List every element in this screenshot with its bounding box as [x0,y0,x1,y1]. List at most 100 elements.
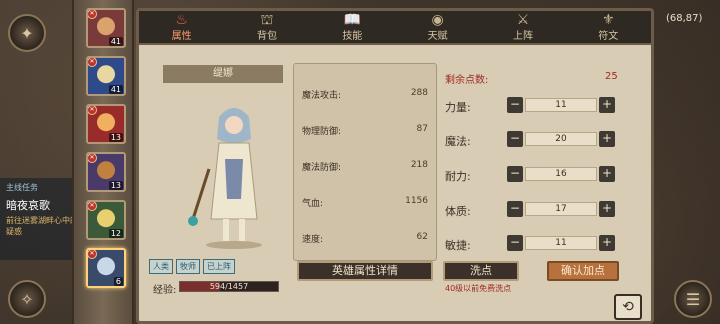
stat-value: 87 [416,124,428,134]
confirm-points-button[interactable]: 确认加点 [547,261,619,281]
attr-row-agility: 敏捷: − 11 + [445,235,645,252]
tab-skills[interactable]: 📖 技能 [310,11,395,43]
stat-row: 物理防御: 87 [302,124,428,138]
exp-label: 经验: [153,285,177,296]
stat-row: 魔法防御: 218 [302,160,428,174]
hero-level: 13 [108,133,123,142]
flame-icon: ♨ [175,11,188,28]
swords-icon: ⚔ [516,11,530,28]
stat-value: 218 [410,160,428,170]
attr-label: 敏捷: [445,239,471,252]
attr-value: 11 [525,98,597,112]
back-button[interactable]: ⟲ [614,294,642,320]
hero-list: ✕ 41 ✕ 41 ✕ 13 ✕ 13 ✕ 12 ✕ 6 [72,0,134,324]
hero-gem-icon: ✕ [88,10,97,19]
stat-label: 物理防御: [302,127,342,137]
attr-row-constitution: 体质: − 17 + [445,201,645,218]
hero-panel: ♨ 属性 ⛫ 背包 📖 技能 ◉ 天赋 ⚔ 上阵 ⚜ 符文 缇娜 人类 牧师 已… [136,8,654,324]
hero-detail-button[interactable]: 英雄属性详情 [297,261,433,281]
minus-button[interactable]: − [507,166,523,182]
tab-label: 属性 [171,30,192,42]
tab-bag[interactable]: ⛫ 背包 [224,11,309,43]
attr-value: 17 [525,202,597,216]
hero-slot[interactable]: ✕ 13 [86,104,126,144]
attr-value: 11 [525,236,597,250]
stat-value: 288 [410,88,428,98]
tab-label: 技能 [342,30,363,42]
quest-title: 主线任务 [6,183,38,192]
reset-points-button[interactable]: 洗点 [443,261,519,281]
map-coords: (68,87) [666,13,703,24]
hero-level: 41 [108,85,123,94]
hero-level: 41 [108,37,123,46]
stat-label: 速度: [302,235,324,245]
bag-icon: ⛫ [260,11,274,28]
hero-gem-icon: ✕ [88,202,97,211]
plus-button[interactable]: + [599,166,615,182]
hero-slot[interactable]: ✕ 12 [86,200,126,240]
stat-label: 魔法防御: [302,163,342,173]
stat-row: 魔法攻击: 288 [302,88,428,102]
attr-row-magic: 魔法: − 20 + [445,131,645,148]
stats-box: 魔法攻击: 288 物理防御: 87 魔法防御: 218 气血: 1156 速度: 62 [293,63,437,261]
plus-button[interactable]: + [599,131,615,147]
tab-talents[interactable]: ◉ 天赋 [395,11,480,43]
stat-label: 气血: [302,199,324,209]
minus-button[interactable]: − [507,235,523,251]
hero-figure [188,108,262,249]
attr-label: 魔法: [445,135,471,148]
hero-slot[interactable]: ✕ 13 [86,152,126,192]
quest-desc: 前往迷雾湖畔心中的疑惑 [6,216,78,236]
stat-value: 62 [416,232,428,242]
attr-label: 力量: [445,101,471,114]
hero-slot[interactable]: ✕ 41 [86,56,126,96]
tab-label: 上阵 [512,30,533,42]
hero-gem-icon: ✕ [88,250,97,259]
hero-tag: 已上阵 [203,259,235,274]
hero-level: 13 [108,181,123,190]
minimap-icon[interactable]: ✦ [8,14,46,52]
quest-name: 暗夜哀歌 [6,199,50,212]
hero-gem-icon: ✕ [88,154,97,163]
menu-icon[interactable]: ☰ [674,280,712,318]
plus-button[interactable]: + [599,235,615,251]
exp-text: 594/1457 [209,282,249,291]
stat-value: 1156 [405,196,428,206]
plus-button[interactable]: + [599,97,615,113]
tab-label: 符文 [598,30,619,42]
tab-deploy[interactable]: ⚔ 上阵 [480,11,565,43]
hero-slot-selected[interactable]: ✕ 6 [86,248,126,288]
attr-label: 体质: [445,205,471,218]
compass-icon[interactable]: ✧ [8,280,46,318]
hero-slot[interactable]: ✕ 41 [86,8,126,48]
minus-button[interactable]: − [507,201,523,217]
stat-row: 速度: 62 [302,232,428,246]
hero-gem-icon: ✕ [88,58,97,67]
attr-row-strength: 力量: − 11 + [445,97,645,114]
hero-level: 12 [108,229,123,238]
hero-gem-icon: ✕ [88,106,97,115]
hero-level: 6 [113,277,123,286]
hero-tags: 人类 牧师 已上阵 [149,259,235,274]
tab-bar: ♨ 属性 ⛫ 背包 📖 技能 ◉ 天赋 ⚔ 上阵 ⚜ 符文 [139,11,651,45]
minus-button[interactable]: − [507,97,523,113]
tab-attributes[interactable]: ♨ 属性 [139,11,224,43]
plus-button[interactable]: + [599,201,615,217]
stat-label: 魔法攻击: [302,91,342,101]
eye-icon: ◉ [431,11,444,28]
tab-runes[interactable]: ⚜ 符文 [566,11,651,43]
attr-value: 20 [525,132,597,146]
minus-button[interactable]: − [507,131,523,147]
rune-icon: ⚜ [602,11,615,28]
hero-tag: 人类 [149,259,173,274]
hero-name: 缇娜 [163,65,283,83]
remaining-points-label: 剩余点数: [445,75,489,86]
attr-label: 耐力: [445,170,471,183]
tab-label: 背包 [256,30,277,42]
hero-tag: 牧师 [176,259,200,274]
tab-label: 天赋 [427,30,448,42]
exp-bar: 594/1457 [179,281,279,292]
remaining-points-value: 25 [605,71,618,82]
book-icon: 📖 [343,11,362,28]
stat-row: 气血: 1156 [302,196,428,210]
